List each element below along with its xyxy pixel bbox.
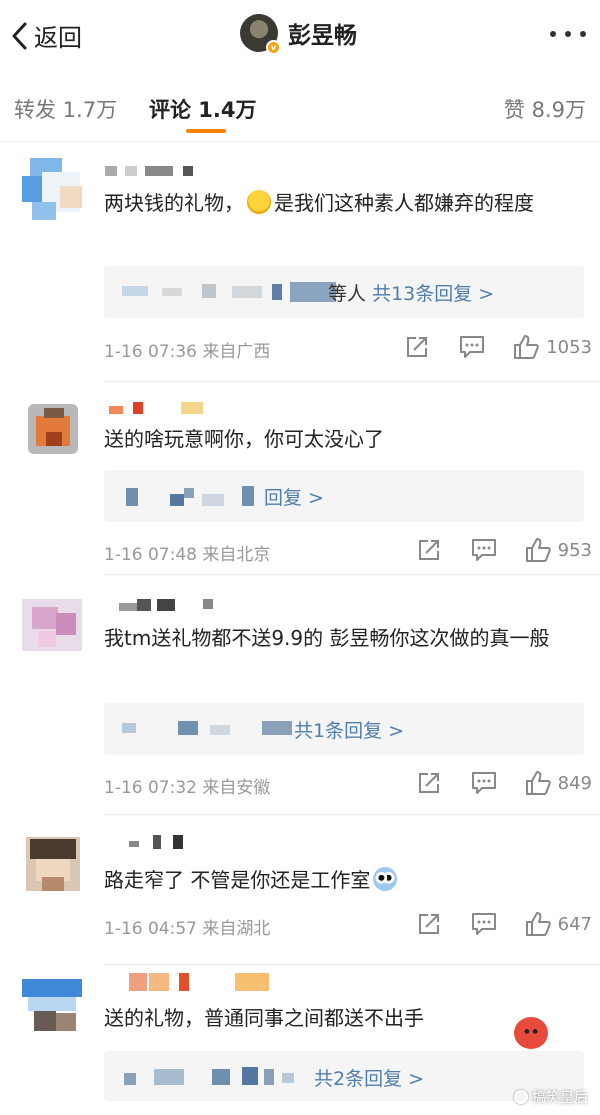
comment-timestamp-location: 1-16 04:57 来自湖北 (104, 919, 271, 939)
tab-like[interactable]: 赞 8.9万 (504, 94, 586, 124)
comment-button[interactable] (470, 770, 498, 796)
comment-actions: 953 (416, 537, 592, 563)
reply-preview[interactable]: 共1条回复 > (104, 703, 584, 755)
reply-preview[interactable]: 共2条回复 > (104, 1051, 584, 1101)
reply-count-link[interactable]: 等人 共13条回复 > (328, 279, 494, 306)
avatar[interactable] (22, 398, 84, 460)
weibo-account-header[interactable]: v 彭昱畅 (240, 14, 357, 55)
laugh-cry-emoji-icon (247, 190, 271, 214)
avatar[interactable]: v (240, 14, 281, 55)
reply-count-link[interactable]: 回复 > (264, 483, 324, 510)
tab-repost[interactable]: 转发 1.7万 (14, 94, 117, 124)
comment-button[interactable] (470, 911, 498, 937)
username-blurred[interactable] (105, 402, 205, 414)
reply-names-blurred (126, 486, 276, 508)
share-icon (418, 773, 439, 793)
comment-actions: 647 (416, 911, 592, 937)
reply-names-blurred (122, 282, 352, 302)
share-button[interactable] (416, 537, 444, 563)
comment-icon (471, 772, 496, 794)
avatar[interactable] (22, 833, 84, 895)
watermark-text: 搞笑皇后 (532, 1090, 588, 1106)
like-count: 953 (557, 539, 592, 561)
watermark: 搞笑皇后 (514, 1087, 588, 1107)
back-label: 返回 (34, 24, 82, 52)
dizzy-face-emoji-icon (373, 867, 398, 891)
reply-count-link[interactable]: 共2条回复 > (314, 1064, 424, 1091)
comment-text: 送的啥玩意啊你，你可太没心了 (104, 427, 384, 451)
like-count: 647 (557, 913, 592, 935)
comment-text: 路走窄了 不管是你还是工作室 (104, 861, 584, 899)
comment-button[interactable] (458, 334, 486, 360)
username-blurred[interactable] (105, 166, 205, 178)
username-blurred[interactable] (105, 835, 195, 849)
comment-actions: 1053 (404, 334, 592, 360)
like-button[interactable]: 849 (524, 770, 592, 796)
thumbs-up-icon (514, 335, 539, 359)
avatar[interactable] (22, 593, 84, 655)
reply-names-blurred (124, 1067, 314, 1087)
like-button[interactable]: 647 (524, 911, 592, 937)
chevron-left-icon (12, 22, 27, 49)
reply-preview[interactable]: 等人 共13条回复 > (104, 266, 584, 318)
like-count: 1053 (546, 336, 592, 358)
comment-timestamp-location: 1-16 07:36 来自广西 (104, 342, 271, 362)
reply-count-link[interactable]: 共1条回复 > (294, 716, 404, 743)
comment-timestamp-location: 1-16 07:32 来自安徽 (104, 778, 271, 798)
tab-bar: 转发 1.7万 评论 1.4万 赞 8.9万 (0, 72, 600, 142)
like-count: 849 (557, 772, 592, 794)
comment-item: 送的啥玩意啊你，你可太没心了 回复 > 1-16 07:48 来自北京 953 (0, 382, 600, 575)
avatar[interactable] (22, 973, 84, 1035)
comment-item: 送的礼物，普通同事之间都送不出手 共2条回复 > (0, 965, 600, 1115)
reply-preview[interactable]: 回复 > (104, 470, 584, 522)
back-button[interactable]: 返回 (10, 18, 82, 53)
reply-names-blurred (122, 719, 302, 739)
username-blurred[interactable] (105, 973, 275, 991)
comment-icon (471, 913, 496, 935)
comment-text: 送的礼物，普通同事之间都送不出手 (104, 1006, 424, 1030)
share-button[interactable] (416, 770, 444, 796)
comment-icon (460, 336, 485, 358)
thumbs-up-icon (525, 912, 551, 936)
share-icon (418, 914, 439, 934)
comment-item: 路走窄了 不管是你还是工作室 1-16 04:57 来自湖北 647 (0, 815, 600, 965)
avatar[interactable] (22, 158, 84, 220)
share-icon (407, 337, 428, 357)
comment-item: 我tm送礼物都不送9.9的 彭昱畅你这次做的真一般 共1条回复 > 1-16 0… (0, 575, 600, 815)
tomato-sticker-icon (514, 1017, 548, 1049)
top-nav-bar: 返回 v 彭昱畅 (0, 0, 600, 72)
comment-actions: 849 (416, 770, 592, 796)
comment-icon (471, 539, 496, 561)
like-button[interactable]: 1053 (512, 334, 592, 360)
share-icon (418, 540, 439, 560)
share-button[interactable] (416, 911, 444, 937)
watermark-logo-icon (514, 1090, 528, 1104)
comment-timestamp-location: 1-16 07:48 来自北京 (104, 545, 271, 565)
verified-badge-icon: v (266, 40, 281, 55)
share-button[interactable] (404, 334, 432, 360)
comment-item: 两块钱的礼物， 是我们这种素人都嫌弃的程度 等人 共13条回复 > 1-16 07… (0, 142, 600, 382)
username-blurred[interactable] (105, 599, 225, 611)
comment-text: 我tm送礼物都不送9.9的 彭昱畅你这次做的真一般 (104, 626, 550, 650)
thumbs-up-icon (525, 771, 551, 795)
comment-button[interactable] (470, 537, 498, 563)
like-button[interactable]: 953 (524, 537, 592, 563)
page-title: 彭昱畅 (288, 23, 357, 49)
active-tab-indicator (186, 129, 226, 133)
more-options-icon[interactable] (548, 22, 588, 46)
comment-text: 两块钱的礼物， 是我们这种素人都嫌弃的程度 (104, 190, 534, 215)
tab-comment[interactable]: 评论 1.4万 (149, 94, 257, 124)
thumbs-up-icon (525, 538, 551, 562)
